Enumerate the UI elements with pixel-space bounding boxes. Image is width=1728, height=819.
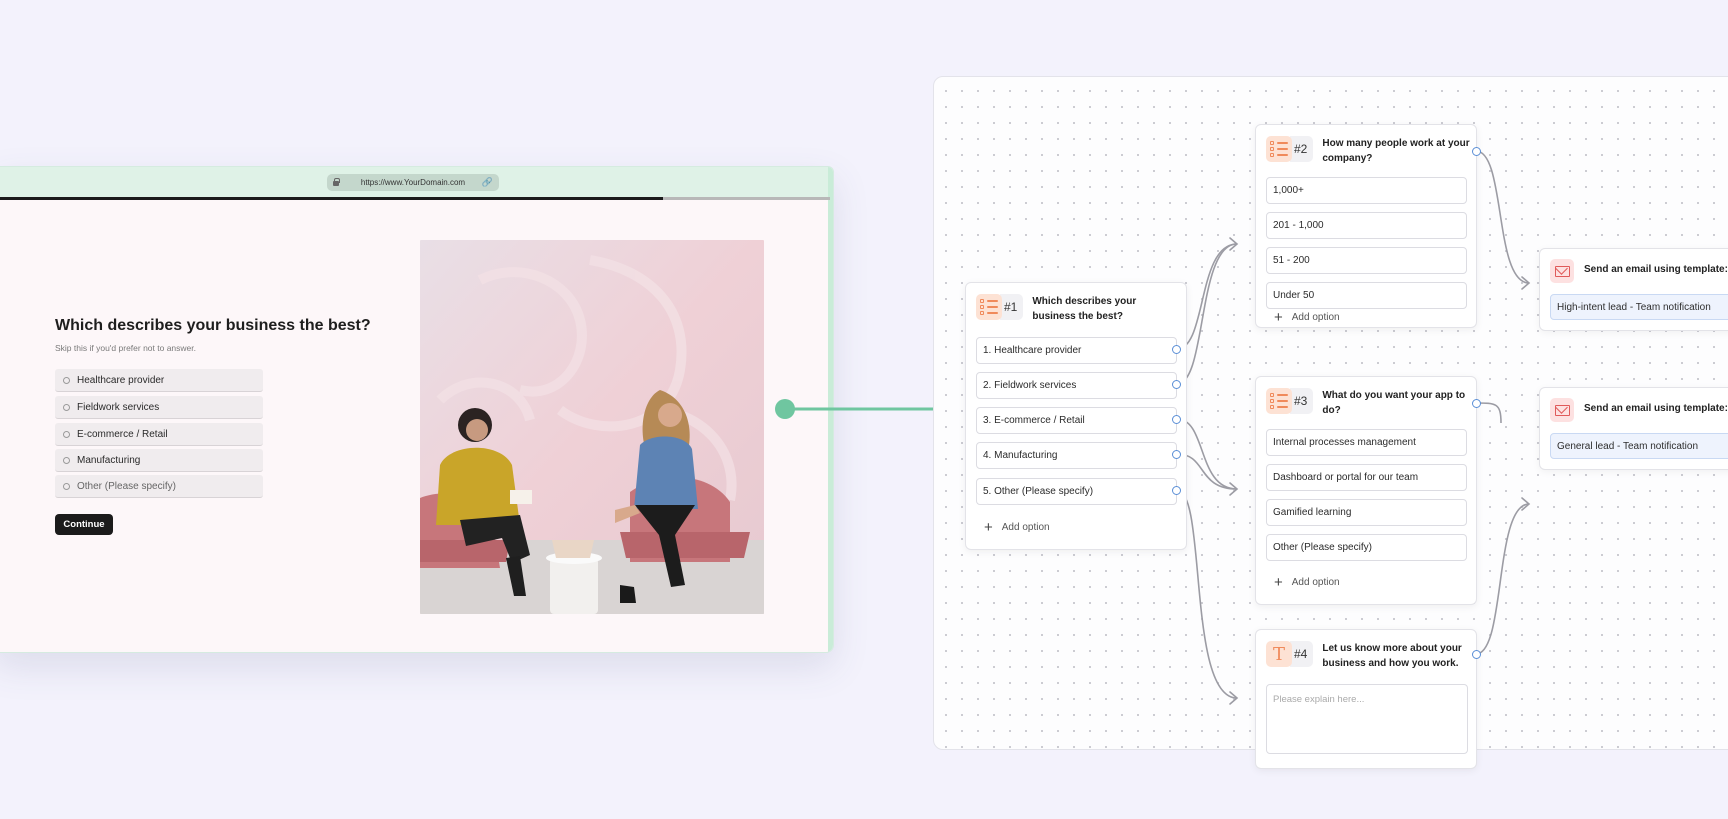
node-option[interactable]: 5. Other (Please specify) bbox=[976, 478, 1177, 505]
output-port[interactable] bbox=[1472, 399, 1481, 408]
email-action-node-1[interactable]: Send an email using template: High-inten… bbox=[1539, 248, 1728, 331]
node-option[interactable]: Gamified learning bbox=[1266, 499, 1467, 526]
question-node-1[interactable]: #1 Which describes your business the bes… bbox=[965, 282, 1187, 550]
plus-icon: + bbox=[1274, 309, 1283, 326]
progress-bar bbox=[0, 197, 830, 200]
question-title: Which describes your business the best? bbox=[55, 317, 371, 334]
question-number: #4 bbox=[1290, 641, 1314, 667]
add-option-button[interactable]: + Add option bbox=[1274, 574, 1340, 591]
radio-icon[interactable] bbox=[63, 457, 70, 464]
node-option[interactable]: Internal processes management bbox=[1266, 429, 1467, 456]
node-option[interactable]: Under 50 bbox=[1266, 282, 1467, 309]
radio-icon[interactable] bbox=[63, 404, 70, 411]
list-checklist-icon bbox=[1266, 136, 1292, 162]
node-option[interactable]: 3. E-commerce / Retail bbox=[976, 407, 1177, 434]
radio-icon[interactable] bbox=[63, 483, 70, 490]
node-option[interactable]: 1,000+ bbox=[1266, 177, 1467, 204]
option-label: Fieldwork services bbox=[77, 401, 160, 413]
plus-icon: + bbox=[1274, 574, 1283, 591]
email-action-node-2[interactable]: Send an email using template: General le… bbox=[1539, 387, 1728, 470]
url-bar[interactable]: https://www.YourDomain.com 🔗 bbox=[327, 174, 499, 191]
option-healthcare[interactable]: Healthcare provider bbox=[55, 369, 263, 392]
option-fieldwork[interactable]: Fieldwork services bbox=[55, 396, 263, 419]
mail-icon bbox=[1550, 259, 1574, 283]
node-option[interactable]: 2. Fieldwork services bbox=[976, 372, 1177, 399]
question-subtitle: Skip this if you'd prefer not to answer. bbox=[55, 343, 197, 353]
output-port[interactable] bbox=[1472, 650, 1481, 659]
option-label: Manufacturing bbox=[77, 454, 141, 466]
question-node-2[interactable]: #2 How many people work at your company?… bbox=[1255, 124, 1481, 328]
node-option[interactable]: 1. Healthcare provider bbox=[976, 337, 1177, 364]
node-header: #2 How many people work at your company? bbox=[1266, 136, 1470, 166]
question-text: Which describes your business the best? bbox=[1032, 296, 1137, 322]
question-number: #3 bbox=[1290, 388, 1314, 414]
add-option-button[interactable]: + Add option bbox=[984, 519, 1050, 536]
output-port[interactable] bbox=[1172, 345, 1181, 354]
email-template[interactable]: General lead - Team notification bbox=[1550, 433, 1728, 459]
option-manufacturing[interactable]: Manufacturing bbox=[55, 449, 263, 472]
option-label: E-commerce / Retail bbox=[77, 428, 168, 440]
question-number: #1 bbox=[1000, 294, 1024, 320]
mail-icon bbox=[1550, 398, 1574, 422]
output-port[interactable] bbox=[1172, 486, 1181, 495]
url-text: https://www.YourDomain.com bbox=[360, 178, 466, 187]
question-text: Let us know more about your business and… bbox=[1322, 643, 1462, 669]
text-icon: T bbox=[1266, 641, 1292, 667]
output-port[interactable] bbox=[1472, 147, 1481, 156]
add-option-label: Add option bbox=[1001, 522, 1050, 533]
office-photo bbox=[420, 240, 764, 614]
node-option[interactable]: 51 - 200 bbox=[1266, 247, 1467, 274]
radio-icon[interactable] bbox=[63, 431, 70, 438]
option-label: Other (Please specify) bbox=[77, 480, 176, 492]
plus-icon: + bbox=[984, 519, 993, 536]
add-option-label: Add option bbox=[1291, 577, 1340, 588]
continue-button[interactable]: Continue bbox=[55, 514, 113, 535]
question-node-3[interactable]: #3 What do you want your app to do? Inte… bbox=[1255, 376, 1481, 605]
add-option-label: Add option bbox=[1291, 312, 1340, 323]
output-port[interactable] bbox=[1172, 380, 1181, 389]
node-header: #1 Which describes your business the bes… bbox=[976, 294, 1180, 324]
question-text: What do you want your app to do? bbox=[1322, 390, 1466, 416]
question-text: How many people work at your company? bbox=[1322, 138, 1470, 164]
output-port[interactable] bbox=[1172, 415, 1181, 424]
node-option[interactable]: Other (Please specify) bbox=[1266, 534, 1467, 561]
list-checklist-icon bbox=[1266, 388, 1292, 414]
node-option[interactable]: 201 - 1,000 bbox=[1266, 212, 1467, 239]
output-port[interactable] bbox=[1172, 450, 1181, 459]
node-header: #3 What do you want your app to do? bbox=[1266, 388, 1470, 418]
lock-icon bbox=[333, 178, 340, 186]
option-label: Healthcare provider bbox=[77, 374, 165, 386]
progress-fill bbox=[0, 197, 663, 200]
question-number: #2 bbox=[1290, 136, 1314, 162]
browser-window: https://www.YourDomain.com 🔗 Which descr… bbox=[0, 166, 834, 653]
add-option-button[interactable]: + Add option bbox=[1274, 309, 1340, 326]
link-icon[interactable]: 🔗 bbox=[482, 177, 493, 188]
flow-canvas[interactable]: #1 Which describes your business the bes… bbox=[933, 76, 1728, 769]
email-template[interactable]: High-intent lead - Team notification bbox=[1550, 294, 1728, 320]
explain-textarea[interactable]: Please explain here... bbox=[1266, 684, 1468, 754]
radio-icon[interactable] bbox=[63, 377, 70, 384]
email-action-title: Send an email using template: bbox=[1584, 264, 1728, 275]
node-option[interactable]: Dashboard or portal for our team bbox=[1266, 464, 1467, 491]
list-checklist-icon bbox=[976, 294, 1002, 320]
node-header: T #4 Let us know more about your busines… bbox=[1266, 641, 1470, 671]
option-ecommerce[interactable]: E-commerce / Retail bbox=[55, 423, 263, 446]
email-action-title: Send an email using template: bbox=[1584, 403, 1728, 414]
option-other[interactable]: Other (Please specify) bbox=[55, 475, 263, 498]
question-node-4[interactable]: T #4 Let us know more about your busines… bbox=[1255, 629, 1481, 769]
node-option[interactable]: 4. Manufacturing bbox=[976, 442, 1177, 469]
